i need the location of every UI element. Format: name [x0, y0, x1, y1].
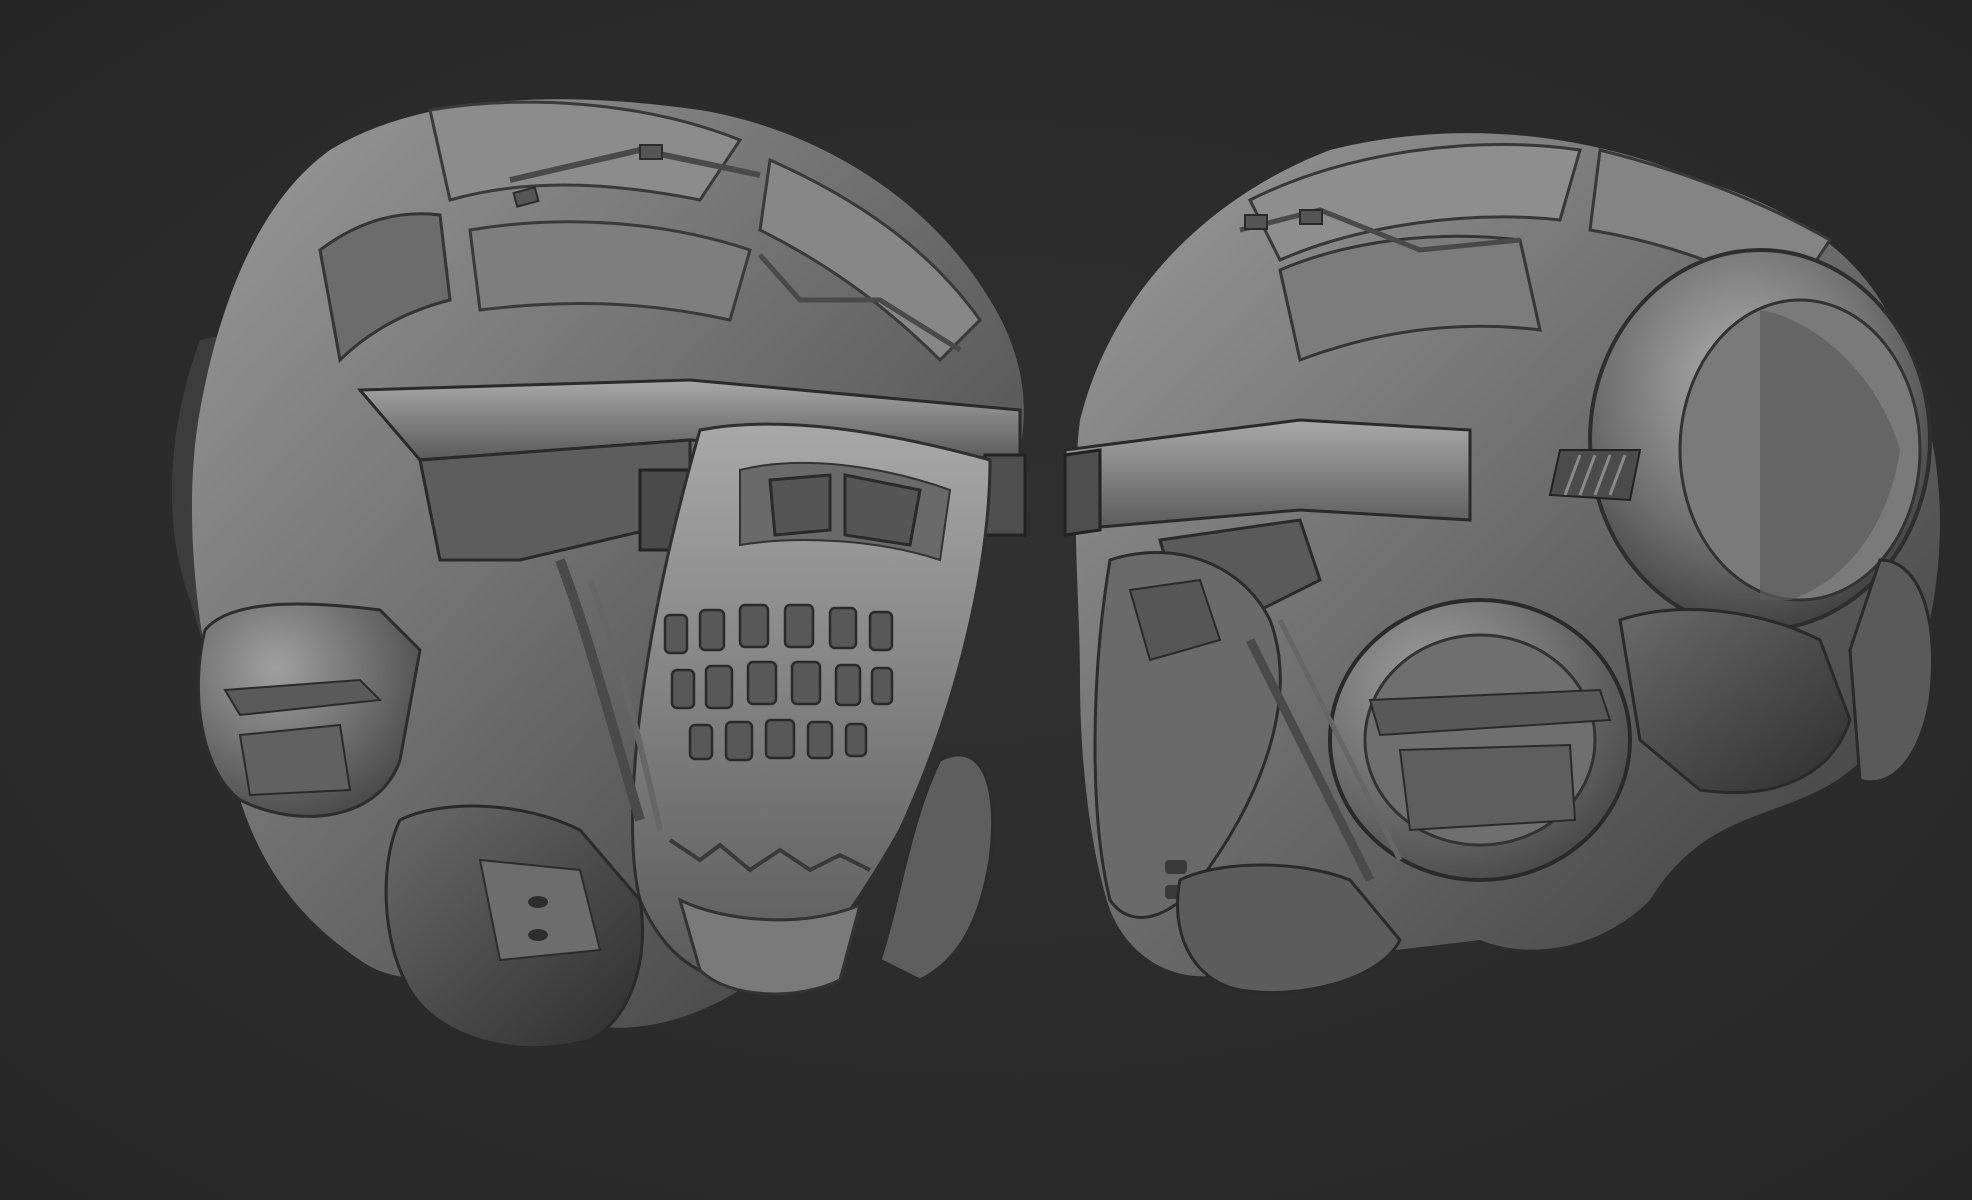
render-canvas [171, 99, 1940, 1050]
helmet-side-view [1063, 133, 1940, 994]
helmet-front-view [171, 99, 1027, 1050]
sculpt-viewport [0, 0, 1972, 1200]
